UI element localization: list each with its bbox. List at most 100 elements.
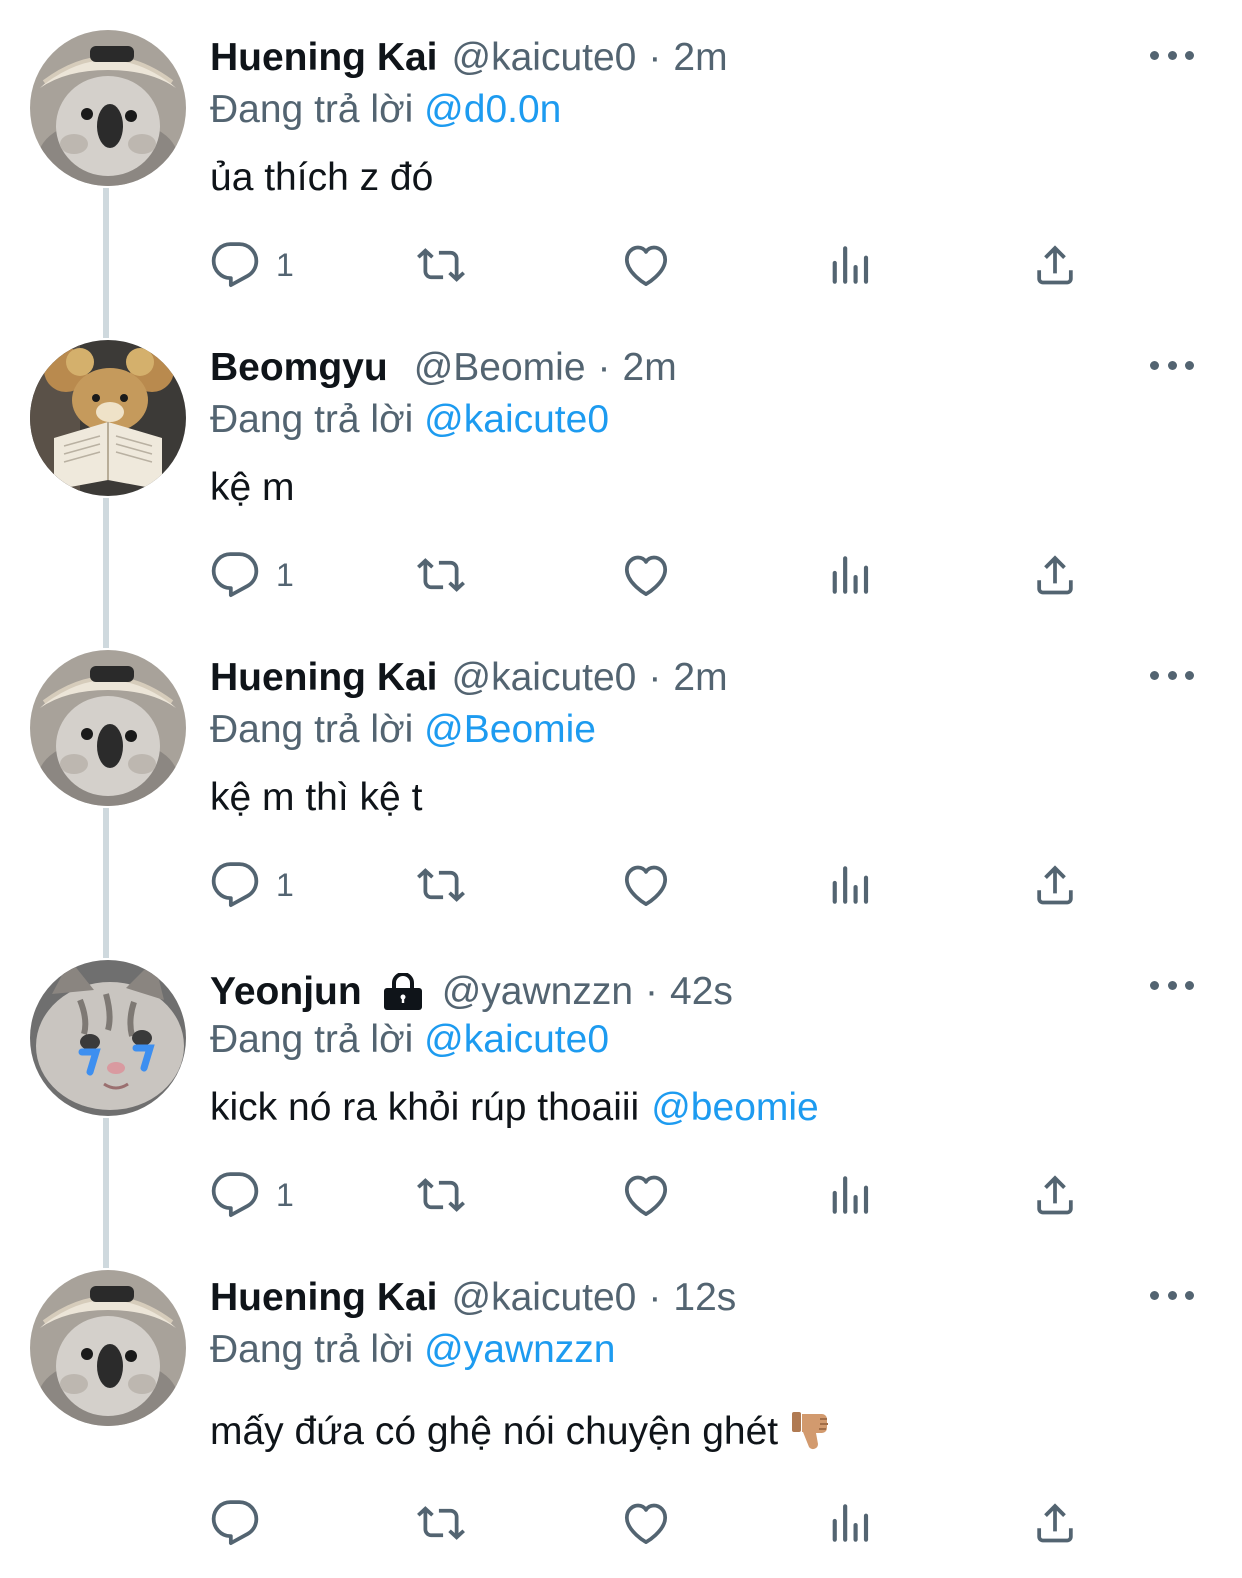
tweet[interactable]: Huening Kai @kaicute0 · 2m Đang trả lời … <box>0 620 1242 930</box>
separator: · <box>597 346 611 389</box>
dot-icon <box>1185 1290 1194 1300</box>
timestamp[interactable]: 12s <box>673 1274 736 1322</box>
display-name[interactable]: Beomgyu <box>210 344 388 392</box>
avatar[interactable] <box>30 650 186 806</box>
more-options-button[interactable] <box>1150 40 1194 70</box>
retweet-button[interactable] <box>412 850 470 920</box>
share-button[interactable] <box>1030 230 1080 300</box>
like-button[interactable] <box>620 230 672 300</box>
tweet-mention[interactable]: @beomie <box>651 1084 819 1132</box>
view-stats-button[interactable] <box>826 1160 876 1230</box>
reply-button[interactable]: 1 <box>210 1160 294 1230</box>
timestamp[interactable]: 2m <box>673 654 727 702</box>
more-options-button[interactable] <box>1150 1280 1194 1310</box>
penguin-avatar-icon <box>30 1270 186 1426</box>
reply-button[interactable]: 1 <box>210 540 294 610</box>
retweet-button[interactable] <box>412 230 470 300</box>
dot-icon <box>1150 360 1159 370</box>
reply-icon <box>210 1170 260 1220</box>
dot-icon <box>1185 980 1194 990</box>
tweet-text: ủa thích z đó <box>210 154 433 202</box>
reply-count: 1 <box>276 1176 294 1213</box>
reply-button[interactable] <box>210 1488 276 1558</box>
replying-to-mention[interactable]: @yawnzzn <box>424 1328 615 1371</box>
username[interactable]: @Beomie <box>414 344 586 392</box>
tweet[interactable]: Yeonjun @yawnzzn · 42s Đang trả lời @kai… <box>0 930 1242 1240</box>
share-button[interactable] <box>1030 1160 1080 1230</box>
stats-icon <box>826 860 876 910</box>
tweet[interactable]: Beomgyu @Beomie · 2m Đang trả lời @kaicu… <box>0 310 1242 620</box>
tweet-header: Beomgyu @Beomie · 2m <box>210 344 677 392</box>
tweet-text: kick nó ra khỏi rúp thoaiii @beomie <box>210 1084 819 1132</box>
username[interactable]: @kaicute0 <box>452 1274 637 1322</box>
replying-to-mention[interactable]: @kaicute0 <box>424 398 609 441</box>
tweet-text-content: ủa thích z đó <box>210 156 434 199</box>
avatar[interactable] <box>30 340 186 496</box>
tweet-text: mấy đứa có ghệ nói chuyện ghét <box>210 1408 834 1456</box>
reply-icon <box>210 860 260 910</box>
share-button[interactable] <box>1030 1488 1080 1558</box>
replying-to: Đang trả lời @yawnzzn <box>210 1326 616 1374</box>
retweet-button[interactable] <box>412 1160 470 1230</box>
more-options-button[interactable] <box>1150 970 1194 1000</box>
more-options-button[interactable] <box>1150 660 1194 690</box>
retweet-button[interactable] <box>412 540 470 610</box>
avatar[interactable] <box>30 960 186 1116</box>
reply-icon <box>210 1498 260 1548</box>
retweet-button[interactable] <box>412 1488 470 1558</box>
separator: · <box>648 1276 662 1319</box>
like-button[interactable] <box>620 850 672 920</box>
tweet[interactable]: Huening Kai @kaicute0 · 12s Đang trả lời… <box>0 1240 1242 1578</box>
view-stats-button[interactable] <box>826 540 876 610</box>
like-button[interactable] <box>620 1160 672 1230</box>
replying-to-mention[interactable]: @Beomie <box>424 708 596 751</box>
replying-to-mention[interactable]: @kaicute0 <box>424 1018 609 1061</box>
action-bar: 1 <box>0 540 1242 610</box>
display-name[interactable]: Huening Kai <box>210 1274 438 1322</box>
display-name[interactable]: Huening Kai <box>210 654 438 702</box>
stats-icon <box>826 240 876 290</box>
reply-button[interactable]: 1 <box>210 850 294 920</box>
tweet-text: kệ m thì kệ t <box>210 774 422 822</box>
replying-prefix: Đang trả lời <box>210 708 414 751</box>
replying-prefix: Đang trả lời <box>210 398 414 441</box>
dot-icon <box>1150 1290 1159 1300</box>
dot-icon <box>1185 360 1194 370</box>
tweet[interactable]: Huening Kai @kaicute0 · 2m Đang trả lời … <box>0 0 1242 310</box>
tweet-header: Huening Kai @kaicute0 · 12s <box>210 1274 736 1322</box>
dot-icon <box>1185 50 1194 60</box>
separator: · <box>648 36 662 79</box>
crying-kitten-avatar-icon <box>30 960 186 1116</box>
timestamp[interactable]: 2m <box>623 344 677 392</box>
share-icon <box>1030 550 1080 600</box>
display-name[interactable]: Huening Kai <box>210 34 438 82</box>
username[interactable]: @kaicute0 <box>452 34 637 82</box>
display-name[interactable]: Yeonjun <box>210 968 362 1016</box>
timestamp[interactable]: 42s <box>670 968 733 1016</box>
dot-icon <box>1150 50 1159 60</box>
avatar[interactable] <box>30 1270 186 1426</box>
separator: · <box>648 656 662 699</box>
retweet-icon <box>412 550 470 600</box>
avatar[interactable] <box>30 30 186 186</box>
dot-icon <box>1167 50 1177 60</box>
retweet-icon <box>412 1498 470 1548</box>
action-bar: 1 <box>0 1160 1242 1230</box>
reply-button[interactable]: 1 <box>210 230 294 300</box>
heart-icon <box>620 240 672 290</box>
stats-icon <box>826 550 876 600</box>
replying-to-mention[interactable]: @d0.0n <box>424 88 561 131</box>
view-stats-button[interactable] <box>826 230 876 300</box>
view-stats-button[interactable] <box>826 850 876 920</box>
share-button[interactable] <box>1030 850 1080 920</box>
tweet-text-content: kệ m <box>210 466 295 509</box>
more-options-button[interactable] <box>1150 350 1194 380</box>
timestamp[interactable]: 2m <box>673 34 727 82</box>
username[interactable]: @yawnzzn <box>442 968 633 1016</box>
tweet-header: Yeonjun @yawnzzn · 42s <box>210 968 733 1016</box>
view-stats-button[interactable] <box>826 1488 876 1558</box>
share-button[interactable] <box>1030 540 1080 610</box>
username[interactable]: @kaicute0 <box>452 654 637 702</box>
like-button[interactable] <box>620 540 672 610</box>
like-button[interactable] <box>620 1488 672 1558</box>
